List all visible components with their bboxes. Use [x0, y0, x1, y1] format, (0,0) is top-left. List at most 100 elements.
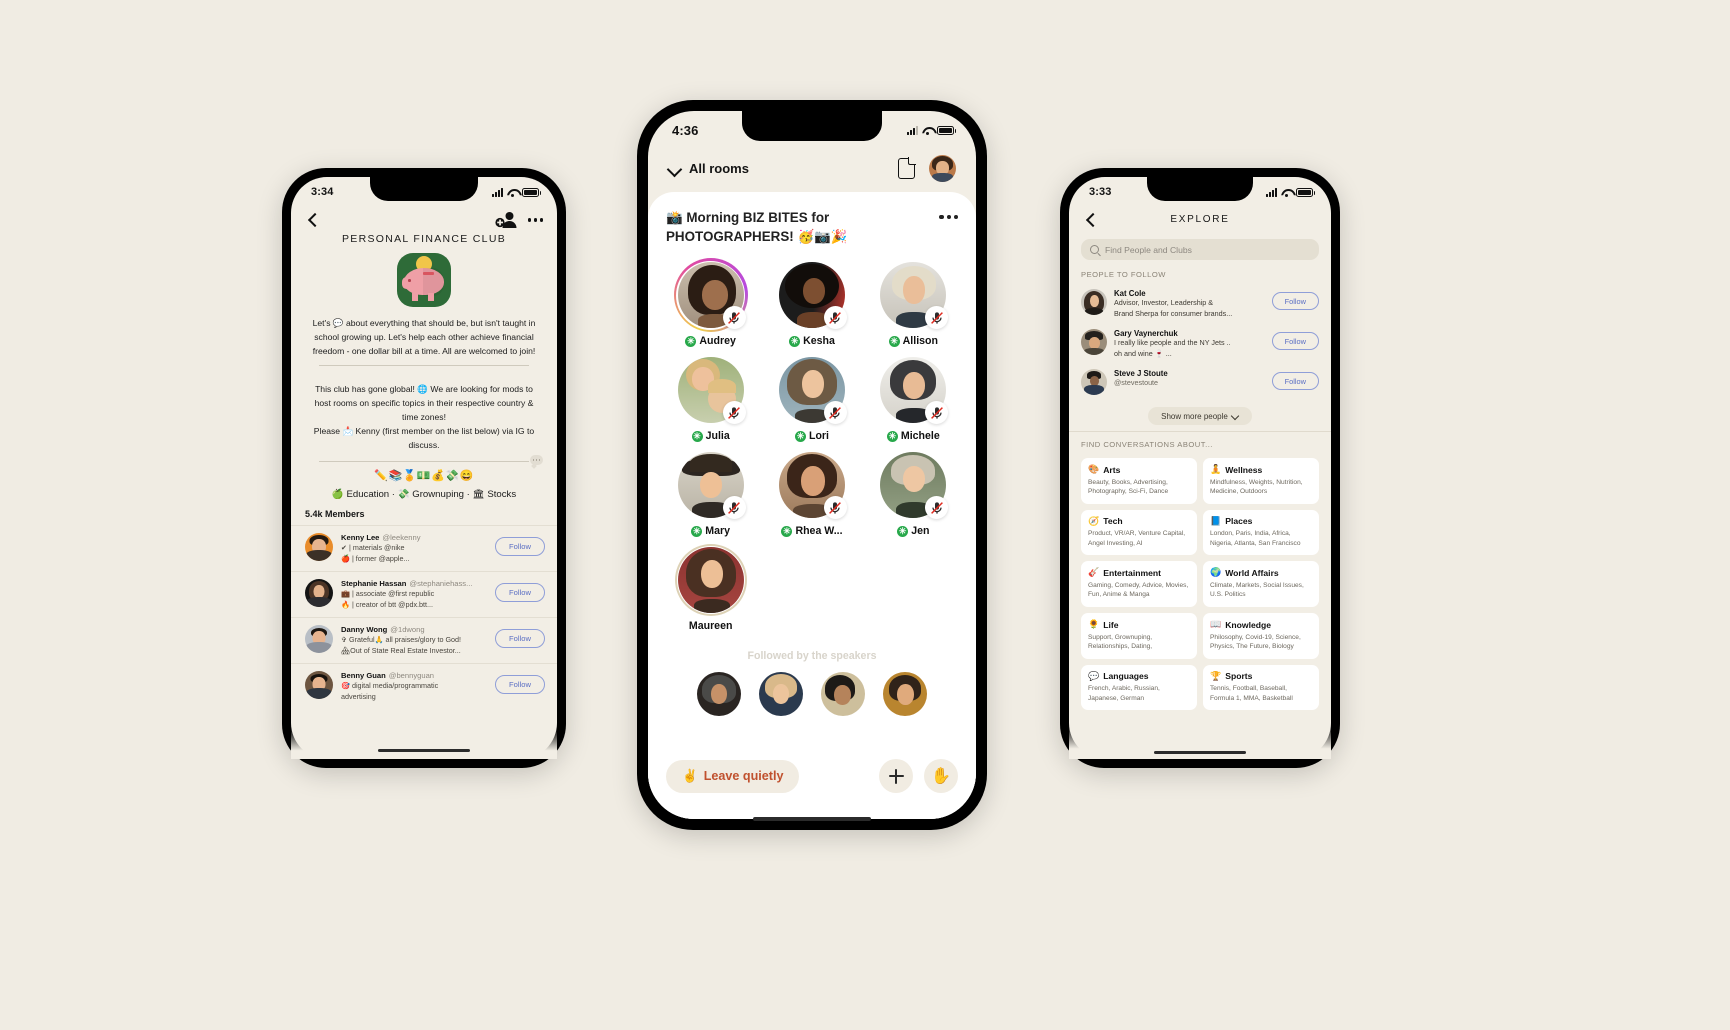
- speaker-tile[interactable]: Kesha: [763, 256, 860, 347]
- club-description: Let's 💬 about everything that should be,…: [312, 318, 536, 356]
- phone1-nav-bar: [291, 207, 557, 229]
- room-title: 📸 Morning BIZ BITES for PHOTOGRAPHERS! 🥳…: [666, 210, 848, 244]
- person-name: Kat Cole: [1114, 289, 1146, 298]
- person-row[interactable]: Gary Vaynerchuk I really like people and…: [1069, 324, 1331, 364]
- category-name: Knowledge: [1225, 619, 1272, 630]
- club-emoji-row: ✏️📚🏅💵💰💸😄: [374, 470, 474, 483]
- speaker-name-row: Lori: [794, 430, 829, 442]
- battery-icon: [937, 125, 956, 135]
- category-card[interactable]: 💬 Languages French, Arabic, Russian, Jap…: [1081, 664, 1197, 711]
- member-row[interactable]: Stephanie Hassan @stephaniehass... 💼 | as…: [291, 571, 557, 617]
- comment-bubble-icon[interactable]: [530, 455, 543, 466]
- cellular-signal-icon: [492, 187, 503, 197]
- members-list[interactable]: Kenny Lee @leekenny ✔ | materials @nike 🍎…: [291, 525, 557, 759]
- speaker-avatar: [880, 452, 949, 519]
- speaker-tile[interactable]: Allison: [865, 256, 962, 347]
- speaker-name-row: Audrey: [685, 335, 736, 347]
- room-card: 📸 Morning BIZ BITES for PHOTOGRAPHERS! 🥳…: [648, 192, 976, 819]
- category-name: Languages: [1103, 671, 1149, 682]
- green-star-icon: [691, 525, 703, 537]
- category-card[interactable]: 📖 Knowledge Philosophy, Covid-19, Scienc…: [1203, 613, 1319, 659]
- search-input[interactable]: Find People and Clubs: [1081, 239, 1319, 260]
- speaker-tile[interactable]: Mary: [662, 446, 759, 537]
- speaker-name-row: Allison: [888, 335, 938, 347]
- add-people-button[interactable]: [879, 759, 913, 793]
- more-dots-icon[interactable]: [939, 208, 958, 220]
- member-handle: @stephaniehass...: [409, 579, 473, 589]
- category-icon: 💬: [1088, 670, 1100, 681]
- find-conversations-header: FIND CONVERSATIONS ABOUT...: [1081, 440, 1213, 449]
- category-title-row: 💬 Languages: [1088, 671, 1190, 682]
- follow-button[interactable]: Follow: [495, 583, 545, 603]
- avatar[interactable]: [929, 155, 956, 182]
- speaker-tile[interactable]: Audrey: [662, 256, 759, 347]
- follow-button[interactable]: Follow: [495, 537, 545, 557]
- speaker-name: Kesha: [803, 335, 835, 347]
- back-icon[interactable]: [305, 212, 321, 228]
- person-info: Kat Cole Advisor, Investor, Leadership &…: [1114, 289, 1265, 319]
- category-card[interactable]: 🏆 Sports Tennis, Football, Baseball, For…: [1203, 664, 1319, 711]
- avatar[interactable]: [759, 672, 803, 716]
- follow-button[interactable]: Follow: [495, 629, 545, 649]
- category-title-row: 🧭 Tech: [1088, 516, 1190, 527]
- speaker-avatar: [677, 357, 746, 424]
- avatar[interactable]: [883, 672, 927, 716]
- category-card[interactable]: 🌍 World Affairs Climate, Markets, Social…: [1203, 561, 1319, 608]
- category-icon: 🌻: [1088, 619, 1100, 630]
- speaker-tile[interactable]: Michele: [865, 351, 962, 442]
- speaker-name: Michele: [900, 430, 940, 442]
- all-rooms-button[interactable]: All rooms: [668, 161, 749, 176]
- leave-quietly-button[interactable]: ✌️ Leave quietly: [666, 759, 800, 793]
- speaker-tile[interactable]: Julia: [662, 351, 759, 442]
- member-name-line: Stephanie Hassan @stephaniehass...: [341, 579, 487, 588]
- phone3-nav-bar: EXPLORE: [1069, 207, 1331, 229]
- show-more-people-button[interactable]: Show more people: [1148, 407, 1252, 425]
- avatar[interactable]: [697, 672, 741, 716]
- speaker-name: Lori: [808, 430, 829, 442]
- avatar[interactable]: [821, 672, 865, 716]
- follow-button[interactable]: Follow: [1271, 332, 1319, 350]
- wifi-icon: [507, 188, 518, 197]
- follow-button[interactable]: Follow: [495, 675, 545, 695]
- category-title-row: 🎨 Arts: [1088, 464, 1190, 475]
- category-card[interactable]: 📘 Places London, Paris, India, Africa, N…: [1203, 509, 1319, 556]
- member-row[interactable]: Danny Wong @1dwong ✞ Grateful🙏 all praise…: [291, 617, 557, 663]
- speaker-name-row: Maureen: [689, 620, 733, 632]
- document-icon[interactable]: [898, 158, 915, 179]
- member-row[interactable]: Benny Guan @bennyguan 🎯 digital media/pro…: [291, 663, 557, 709]
- category-description: Gaming, Comedy, Advice, Movies, Fun, Ani…: [1088, 581, 1189, 599]
- person-row[interactable]: Steve J Stoute @stevestoute Follow: [1069, 364, 1331, 400]
- category-card[interactable]: 🎸 Entertainment Gaming, Comedy, Advice, …: [1081, 561, 1197, 608]
- speaker-avatar: [778, 452, 847, 519]
- person-row[interactable]: Kat Cole Advisor, Investor, Leadership &…: [1069, 284, 1331, 324]
- speaker-tile[interactable]: Lori: [763, 351, 860, 442]
- speaker-tile[interactable]: Maureen: [662, 541, 759, 632]
- piggy-bank-icon: [397, 253, 451, 307]
- member-info: Stephanie Hassan @stephaniehass... 💼 | as…: [341, 579, 487, 610]
- category-icon: 🧘: [1210, 464, 1222, 474]
- cellular-signal-icon: [907, 125, 918, 135]
- speaker-name: Rhea W...: [795, 525, 843, 537]
- add-person-icon[interactable]: [494, 211, 517, 229]
- follow-button[interactable]: Follow: [1271, 372, 1319, 390]
- club-title: PERSONAL FINANCE CLUB: [341, 233, 507, 245]
- status-time: 3:33: [1089, 186, 1112, 198]
- speaker-tile[interactable]: Rhea W...: [763, 446, 860, 537]
- raise-hand-button[interactable]: ✋: [924, 759, 958, 793]
- category-card[interactable]: 🌻 Life Support, Grownuping, Relationship…: [1081, 613, 1197, 659]
- muted-icon: [722, 496, 746, 519]
- more-dots-icon[interactable]: [527, 218, 543, 222]
- speaker-tile[interactable]: Jen: [865, 446, 962, 537]
- room-bottom-bar: ✌️ Leave quietly ✋: [648, 747, 976, 819]
- member-name-line: Kenny Lee @leekenny: [341, 533, 487, 542]
- person-info: Steve J Stoute @stevestoute: [1114, 369, 1265, 389]
- category-card[interactable]: 🧘 Wellness Mindfulness, Weights, Nutriti…: [1203, 458, 1319, 504]
- chevron-down-icon: [1232, 413, 1239, 420]
- follow-button[interactable]: Follow: [1271, 292, 1319, 310]
- green-star-icon: [886, 430, 898, 442]
- category-card[interactable]: 🧭 Tech Product, VR/AR, Venture Capital, …: [1081, 509, 1197, 556]
- category-description: London, Paris, India, Africa, Nigeria, A…: [1210, 530, 1301, 547]
- member-row[interactable]: Kenny Lee @leekenny ✔ | materials @nike 🍎…: [291, 525, 557, 571]
- status-indicators: [492, 187, 541, 197]
- category-card[interactable]: 🎨 Arts Beauty, Books, Advertising, Photo…: [1081, 458, 1197, 504]
